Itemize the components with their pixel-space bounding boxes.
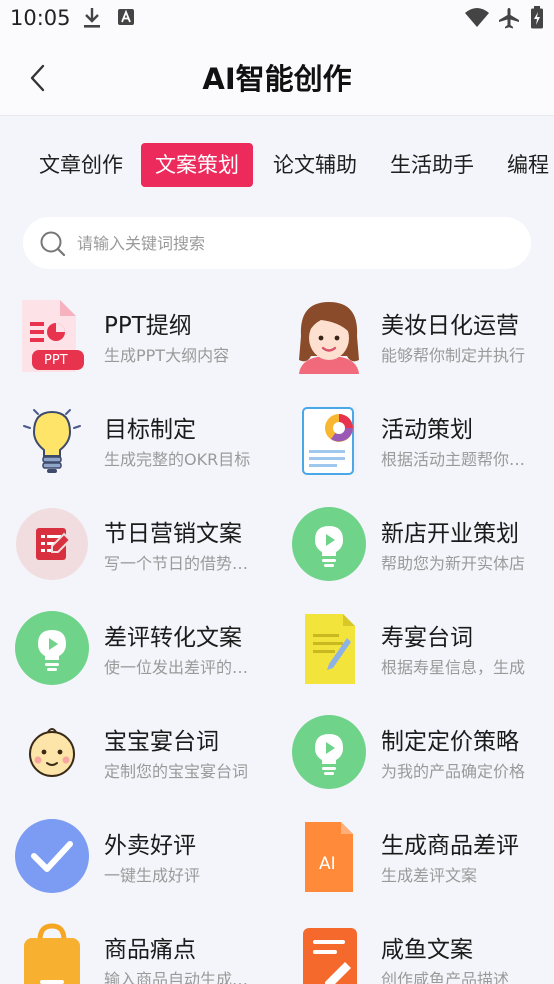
app-header: AI智能创作 — [0, 38, 554, 116]
orange-edit-icon — [291, 922, 367, 984]
item-desc: 根据活动主题帮你策划 — [381, 450, 529, 469]
item-title: 宝宝宴台词 — [104, 729, 219, 755]
item-desc: 帮助您为新开实体店 — [381, 554, 526, 573]
item-title: 美妆日化运营 — [381, 313, 519, 339]
item-ppt-outline[interactable]: PPT PPT提纲 生成PPT大纲内容 — [0, 286, 277, 390]
status-bar: 10:05 — [0, 0, 554, 38]
bulb-play-icon — [291, 506, 367, 582]
item-goal-setting[interactable]: 目标制定 生成完整的OKR目标 — [0, 390, 277, 494]
download-icon — [82, 6, 102, 34]
item-title: 咸鱼文案 — [381, 937, 473, 963]
lightbulb-icon — [14, 402, 90, 478]
item-desc: 一键生成好评 — [104, 866, 201, 885]
checkmark-icon — [14, 818, 90, 894]
item-desc: 生成差评文案 — [381, 866, 478, 885]
ai-file-icon: AI — [291, 818, 367, 894]
tab-copy-planning[interactable]: 文案策划 — [141, 143, 253, 187]
item-desc: 根据寿星信息，生成 — [381, 658, 526, 677]
ppt-badge: PPT — [44, 353, 68, 368]
ppt-file-icon: PPT — [14, 298, 90, 374]
baby-face-icon — [14, 714, 90, 790]
report-chart-icon — [291, 402, 367, 478]
item-title: 制定定价策略 — [381, 729, 519, 755]
item-title: 活动策划 — [381, 417, 473, 443]
woman-avatar-icon — [291, 298, 367, 374]
item-desc: 生成完整的OKR目标 — [104, 450, 251, 469]
yellow-note-icon — [291, 610, 367, 686]
app-a-icon — [117, 6, 135, 32]
tab-life-assistant[interactable]: 生活助手 — [376, 143, 488, 187]
battery-icon — [530, 6, 544, 34]
ai-badge: AI — [319, 854, 336, 874]
item-desc: 写一个节日的借势文案 — [104, 554, 252, 573]
item-desc: 为我的产品确定价格 — [381, 762, 526, 781]
airplane-icon — [497, 6, 521, 34]
item-desc: 定制您的宝宝宴台词 — [104, 762, 249, 781]
category-tabs: 文章创作 文案策划 论文辅助 生活助手 编程 — [0, 140, 554, 190]
item-holiday-marketing[interactable]: 节日营销文案 写一个节日的借势文案 — [0, 494, 277, 598]
bulb-play-icon — [291, 714, 367, 790]
item-title: 差评转化文案 — [104, 625, 242, 651]
search-icon — [39, 230, 67, 262]
item-product-bad-review[interactable]: AI 生成商品差评 生成差评文案 — [277, 806, 554, 910]
item-bad-review-conversion[interactable]: 差评转化文案 使一位发出差评的顾客 — [0, 598, 277, 702]
bulb-play-icon — [14, 610, 90, 686]
item-title: 新店开业策划 — [381, 521, 519, 547]
item-desc: 使一位发出差评的顾客 — [104, 658, 252, 677]
item-desc: 能够帮你制定并执行 — [381, 346, 526, 365]
item-title: 生成商品差评 — [381, 833, 519, 859]
item-beauty-operations[interactable]: 美妆日化运营 能够帮你制定并执行 — [277, 286, 554, 390]
wifi-icon — [464, 6, 490, 34]
item-title: 商品痛点 — [104, 937, 196, 963]
item-xianyu-copy[interactable]: 咸鱼文案 创作咸鱼产品描述 — [277, 910, 554, 984]
search-bar[interactable] — [23, 217, 531, 269]
item-desc: 输入商品自动生成痛点 — [104, 970, 252, 984]
item-desc: 创作咸鱼产品描述 — [381, 970, 510, 984]
item-baby-banquet-speech[interactable]: 宝宝宴台词 定制您的宝宝宴台词 — [0, 702, 277, 806]
item-product-pain-points[interactable]: 商品痛点 输入商品自动生成痛点 — [0, 910, 277, 984]
item-title: PPT提纲 — [104, 313, 192, 339]
item-title: 节日营销文案 — [104, 521, 242, 547]
tab-article-writing[interactable]: 文章创作 — [25, 143, 137, 187]
item-event-planning[interactable]: 活动策划 根据活动主题帮你策划 — [277, 390, 554, 494]
item-title: 外卖好评 — [104, 833, 196, 859]
tab-paper-assist[interactable]: 论文辅助 — [259, 143, 371, 187]
status-time: 10:05 — [10, 6, 71, 30]
search-input[interactable] — [77, 217, 507, 269]
item-title: 寿宴台词 — [381, 625, 473, 651]
item-desc: 生成PPT大纲内容 — [104, 346, 230, 365]
item-new-store-opening[interactable]: 新店开业策划 帮助您为新开实体店 — [277, 494, 554, 598]
item-title: 目标制定 — [104, 417, 196, 443]
page-title: AI智能创作 — [202, 62, 352, 96]
item-takeout-good-review[interactable]: 外卖好评 一键生成好评 — [0, 806, 277, 910]
item-birthday-banquet-speech[interactable]: 寿宴台词 根据寿星信息，生成 — [277, 598, 554, 702]
item-pricing-strategy[interactable]: 制定定价策略 为我的产品确定价格 — [277, 702, 554, 806]
shopping-bag-icon — [14, 922, 90, 984]
tab-programming[interactable]: 编程 — [493, 143, 554, 187]
edit-document-icon — [14, 506, 90, 582]
